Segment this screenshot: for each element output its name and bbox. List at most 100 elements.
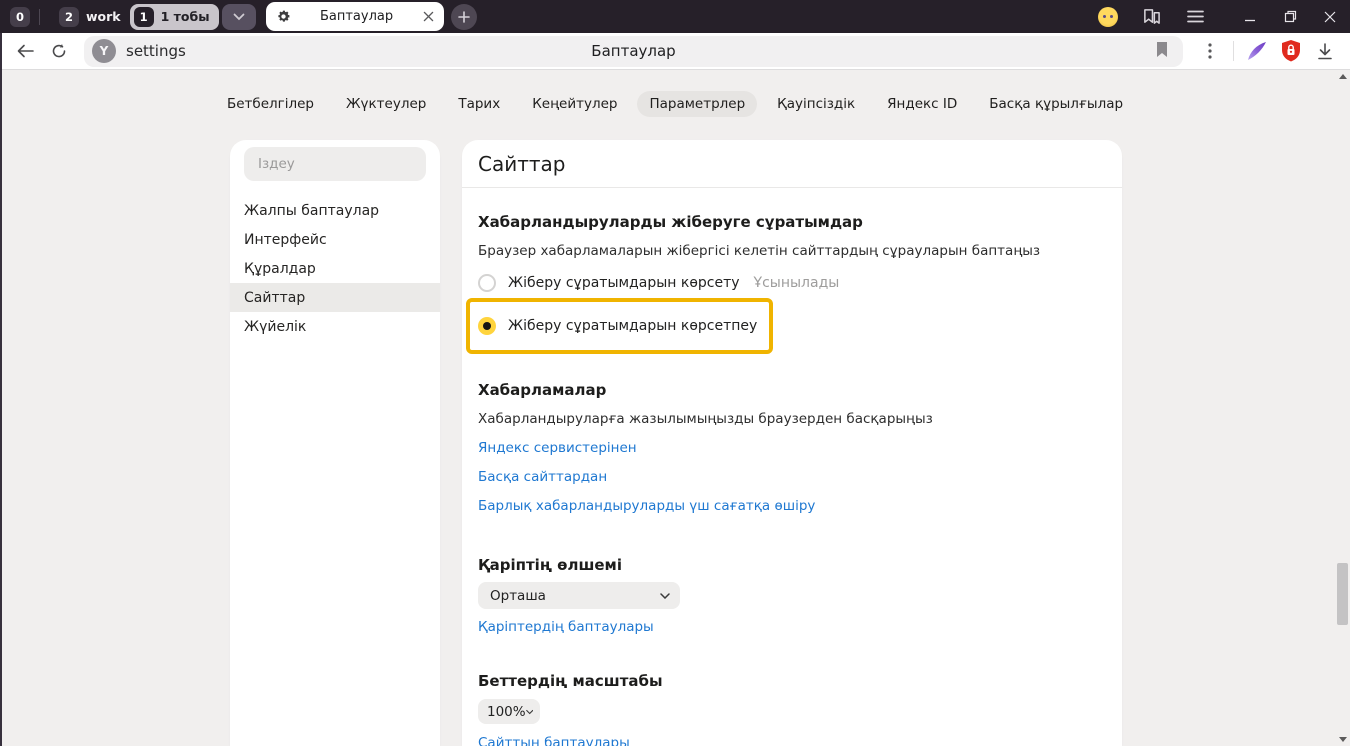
scrollbar-thumb[interactable] — [1337, 563, 1348, 625]
extension-feather-button[interactable] — [1240, 36, 1274, 66]
notification-links: Яндекс сервистерінен Басқа сайттардан Ба… — [478, 438, 1106, 516]
settings-nav-tabs: Бетбелгілер Жүктеулер Тарих Кеңейтулер П… — [0, 90, 1350, 118]
radio-label[interactable]: Жіберу сұратымдарын көрсетпеу — [508, 318, 757, 334]
titlebar-right-controls — [1098, 0, 1350, 33]
radio-selected-icon[interactable] — [478, 317, 496, 335]
tab-title: Баптаулар — [291, 9, 423, 24]
tab-group-chevron-button[interactable] — [222, 4, 256, 30]
settings-main-panel: Сайттар Хабарландыруларды жіберуге сұрат… — [462, 140, 1122, 746]
font-size-value: Орташа — [490, 588, 546, 604]
new-tab-button[interactable] — [451, 4, 477, 30]
toolbar-separator — [1233, 41, 1234, 61]
address-bar[interactable]: Y settings Баптаулар — [84, 36, 1183, 67]
panels-icon — [1142, 8, 1161, 26]
radio-option-hide-requests[interactable]: Жіберу сұратымдарын көрсетпеу — [478, 315, 757, 337]
protect-shield-button[interactable] — [1274, 36, 1308, 66]
tab-group-count-badge: 2 — [59, 7, 79, 27]
browser-toolbar: Y settings Баптаулар — [0, 33, 1350, 70]
font-size-select[interactable]: Орташа — [478, 582, 680, 609]
radio-label[interactable]: Жіберу сұратымдарын көрсету — [508, 275, 740, 291]
nav-tab-settings[interactable]: Параметрлер — [637, 91, 757, 117]
nav-tab-downloads[interactable]: Жүктеулер — [334, 91, 438, 117]
close-tab-icon[interactable] — [423, 11, 434, 22]
nav-tab-history[interactable]: Тарих — [446, 91, 512, 117]
recommended-badge: Ұсынылады — [754, 275, 840, 291]
chevron-down-icon — [660, 593, 670, 599]
link-other-sites[interactable]: Басқа сайттардан — [478, 467, 1106, 487]
link-mute-all-three-hours[interactable]: Барлық хабарландыруларды үш сағатқа өшір… — [478, 496, 1106, 516]
sidebar-item-tools[interactable]: Құралдар — [230, 254, 440, 283]
download-icon — [1317, 43, 1333, 60]
nav-tab-other-devices[interactable]: Басқа құрылғылар — [977, 91, 1135, 117]
tab-strip: 0 2 work 1 1 тобы Баптаулар — [0, 0, 1350, 33]
address-page-title: Баптаулар — [84, 42, 1183, 60]
back-arrow-icon — [17, 44, 34, 58]
toolbar-right — [1193, 36, 1342, 66]
back-button[interactable] — [8, 36, 42, 66]
bookmark-button[interactable] — [1155, 41, 1169, 63]
restore-icon — [1284, 10, 1297, 23]
sidebar-item-interface[interactable]: Интерфейс — [230, 225, 440, 254]
sidebar-item-system[interactable]: Жүйелік — [230, 312, 440, 341]
profile-avatar[interactable] — [1098, 7, 1118, 27]
page-title: Сайттар — [478, 152, 565, 176]
tab-group-label: 1 тобы — [161, 9, 210, 24]
yandex-favicon: Y — [92, 39, 116, 63]
scrollbar-down-arrow[interactable] — [1339, 737, 1347, 742]
tab-group-selected[interactable]: 1 1 тобы — [130, 4, 219, 30]
reload-button[interactable] — [42, 36, 76, 66]
chevron-down-icon — [233, 13, 245, 21]
tab-group-0[interactable]: 0 — [10, 7, 30, 27]
active-tab-settings[interactable]: Баптаулар — [266, 2, 444, 31]
feather-icon — [1246, 40, 1268, 62]
search-input[interactable] — [244, 156, 426, 172]
gear-icon — [276, 9, 291, 24]
link-yandex-services[interactable]: Яндекс сервистерінен — [478, 438, 1106, 458]
window-left-edge — [0, 33, 2, 746]
address-url[interactable]: settings — [126, 42, 186, 60]
settings-sidebar: Жалпы баптаулар Интерфейс Құралдар Сайтт… — [230, 140, 440, 746]
page-zoom-value: 100% — [487, 704, 526, 720]
shield-lock-icon — [1280, 39, 1302, 63]
close-icon — [1324, 11, 1336, 23]
browser-menu-button[interactable] — [1187, 10, 1204, 23]
section-heading-notification-requests: Хабарландыруларды жіберуге сұратымдар — [478, 212, 1106, 232]
link-site-settings[interactable]: Сайттың баптаулары — [478, 735, 630, 746]
toolbar-kebab-button[interactable] — [1193, 36, 1227, 66]
minimize-button[interactable] — [1230, 0, 1270, 33]
nav-tab-security[interactable]: Қауіпсіздік — [765, 91, 867, 117]
restore-button[interactable] — [1270, 0, 1310, 33]
chevron-down-icon — [526, 709, 533, 715]
sidebar-list: Жалпы баптаулар Интерфейс Құралдар Сайтт… — [230, 196, 440, 341]
radio-option-show-requests[interactable]: Жіберу сұратымдарын көрсету Ұсынылады — [478, 272, 1106, 294]
close-window-button[interactable] — [1310, 0, 1350, 33]
settings-search[interactable] — [244, 147, 426, 181]
plus-icon — [458, 11, 470, 23]
section-heading-font-size: Қаріптің өлшемі — [478, 555, 1106, 575]
tab-group-count-badge: 1 — [134, 7, 154, 27]
page-zoom-select[interactable]: 100% — [478, 699, 540, 724]
scrollbar-up-arrow[interactable] — [1339, 74, 1347, 79]
sidebar-item-sites[interactable]: Сайттар — [230, 283, 440, 312]
link-font-settings[interactable]: Қаріптердің баптаулары — [478, 619, 654, 635]
nav-tab-extensions[interactable]: Кеңейтулер — [520, 91, 629, 117]
tab-group-count-badge: 0 — [10, 7, 30, 27]
group-separator — [39, 9, 40, 25]
downloads-button[interactable] — [1308, 36, 1342, 66]
bookmark-icon — [1155, 41, 1169, 59]
highlight-annotation: Жіберу сұратымдарын көрсетпеу — [466, 298, 773, 354]
browser-window: 0 2 work 1 1 тобы Баптаулар — [0, 0, 1350, 746]
page-scrollbar[interactable] — [1336, 70, 1350, 746]
radio-unselected-icon[interactable] — [478, 274, 496, 292]
nav-tab-yandex-id[interactable]: Яндекс ID — [875, 91, 969, 117]
kebab-icon — [1208, 43, 1212, 59]
page-title-row: Сайттар — [462, 140, 1122, 188]
minimize-icon — [1244, 11, 1256, 23]
sidebar-item-general[interactable]: Жалпы баптаулар — [230, 196, 440, 225]
nav-tab-bookmarks[interactable]: Бетбелгілер — [215, 91, 326, 117]
tab-group-label: work — [86, 9, 121, 24]
tab-group-work[interactable]: 2 work — [59, 7, 121, 27]
reload-icon — [51, 43, 67, 59]
side-panel-button[interactable] — [1142, 8, 1161, 26]
section-heading-notifications: Хабарламалар — [478, 380, 1106, 400]
